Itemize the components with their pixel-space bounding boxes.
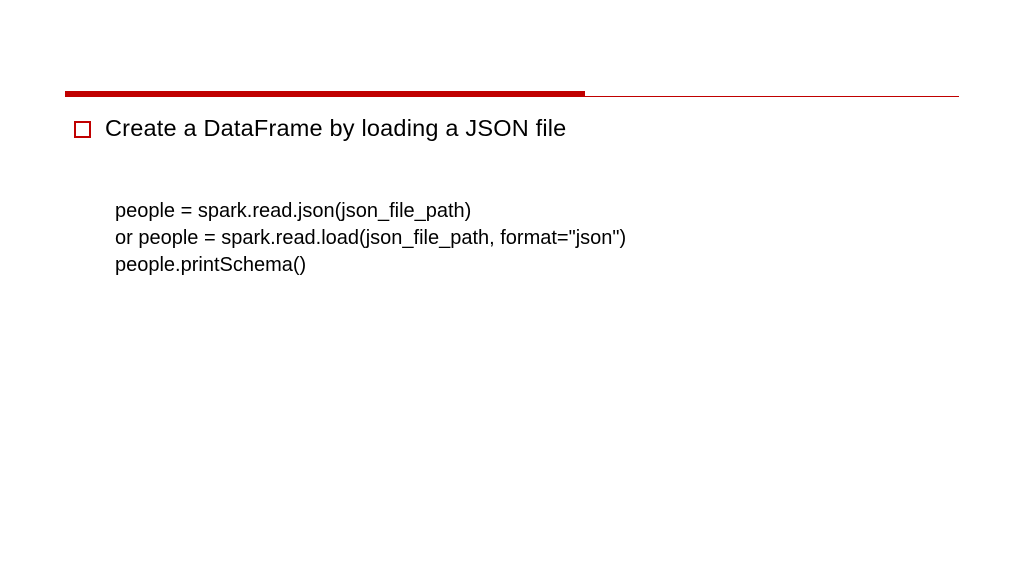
heading-row: Create a DataFrame by loading a JSON fil…	[74, 115, 566, 142]
code-line-1: people = spark.read.json(json_file_path)	[115, 198, 626, 225]
square-bullet-icon	[74, 121, 91, 138]
divider-thick	[65, 91, 585, 97]
divider-rule	[65, 90, 959, 98]
code-block: people = spark.read.json(json_file_path)…	[115, 198, 626, 279]
heading-text: Create a DataFrame by loading a JSON fil…	[105, 115, 566, 142]
code-line-3: people.printSchema()	[115, 252, 626, 279]
code-line-2: or people = spark.read.load(json_file_pa…	[115, 225, 626, 252]
